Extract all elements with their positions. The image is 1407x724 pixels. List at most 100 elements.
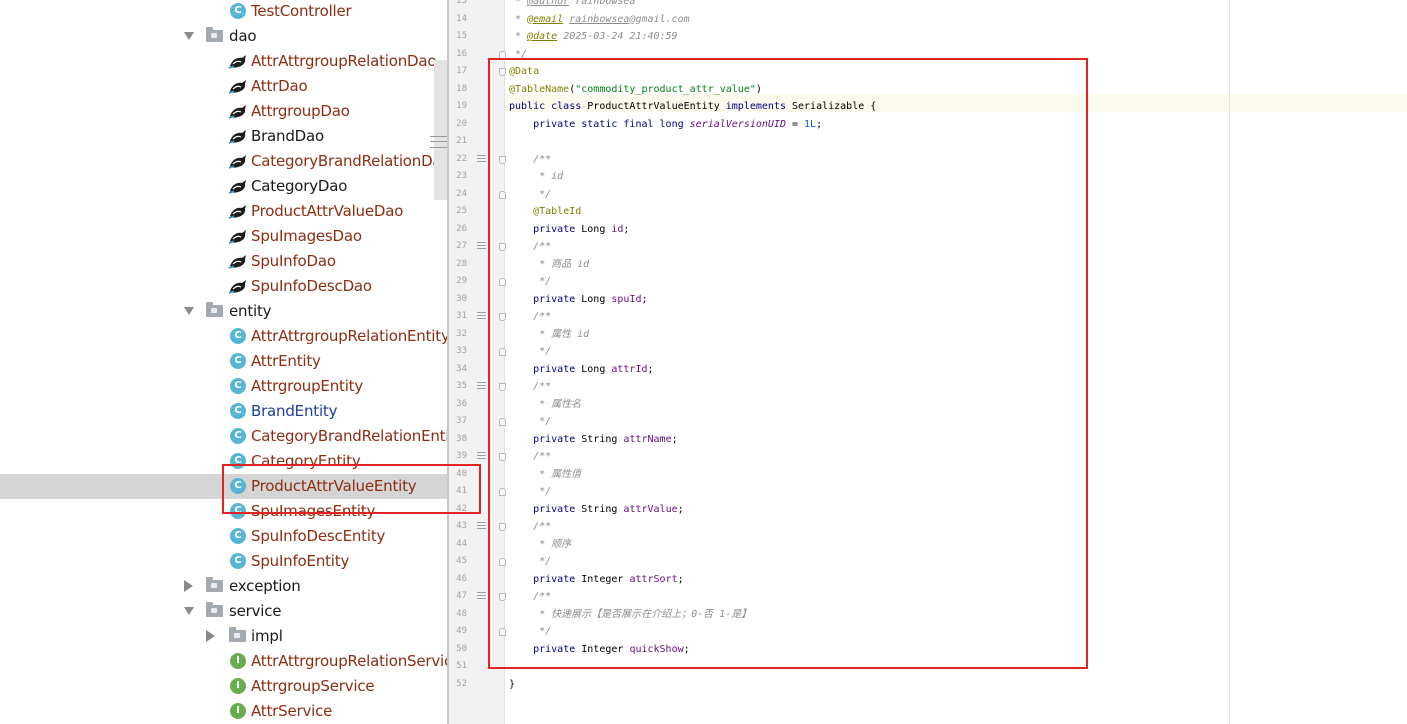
- tree-item-label: AttrAttrgroupRelationEntity: [251, 327, 447, 345]
- code-token: @email: [527, 13, 564, 25]
- line-number: 52: [456, 678, 467, 689]
- tree-item-label: CategoryDao: [251, 177, 348, 195]
- tree-item-entity[interactable]: entity: [0, 299, 447, 324]
- tree-item-brand-entity[interactable]: C BrandEntity: [0, 399, 447, 424]
- chevron-down-icon[interactable]: [184, 307, 194, 315]
- code-line[interactable]: * @email rainbowsea@gmail.com: [509, 11, 690, 29]
- tree-item-category-brand-relation-entity[interactable]: C CategoryBrandRelationEntity: [0, 424, 447, 449]
- line-number: 25: [456, 206, 467, 216]
- line-number: 27: [456, 241, 467, 251]
- mybatis-bird-icon: [228, 52, 248, 70]
- chevron-right-icon[interactable]: [184, 580, 193, 592]
- tree-item-attr-dao[interactable]: AttrDao: [0, 74, 447, 99]
- tree-item-category-dao[interactable]: CategoryDao: [0, 174, 447, 199]
- line-number: 51: [456, 661, 467, 671]
- doc-comment-icon[interactable]: [477, 382, 486, 391]
- tree-item-attr-attrgroup-relation-service[interactable]: I AttrAttrgroupRelationService: [0, 649, 447, 674]
- line-number: 31: [456, 311, 467, 321]
- chevron-right-icon[interactable]: [206, 630, 215, 642]
- class-icon: C: [230, 553, 246, 569]
- tree-item-attrgroup-service[interactable]: I AttrgroupService: [0, 674, 447, 699]
- line-number: 19: [456, 101, 467, 111]
- line-number: 36: [456, 398, 467, 409]
- chevron-down-icon[interactable]: [184, 32, 194, 40]
- tree-item-label: entity: [229, 302, 272, 320]
- tree-scrollbar-thumb[interactable]: [434, 60, 447, 200]
- line-number: 24: [456, 188, 467, 199]
- tree-item-label: ProductAttrValueDao: [251, 202, 404, 220]
- tree-item-label: AttrEntity: [251, 352, 321, 370]
- tree-item-label: SpuInfoDescDao: [251, 277, 372, 295]
- tree-item-attrgroup-entity[interactable]: C AttrgroupEntity: [0, 374, 447, 399]
- tree-item-spu-info-entity[interactable]: C SpuInfoEntity: [0, 549, 447, 574]
- line-number: 33: [456, 346, 467, 356]
- code-token: rainbowsea: [569, 0, 636, 7]
- line-number: 32: [456, 328, 467, 339]
- doc-comment-icon[interactable]: [477, 592, 486, 601]
- tree-item-attr-service[interactable]: I AttrService: [0, 699, 447, 724]
- doc-comment-icon[interactable]: [477, 242, 486, 251]
- tree-resize-grip[interactable]: [430, 136, 447, 148]
- package-folder-icon: [206, 302, 223, 317]
- tree-item-label: AttrAttrgroupRelationService: [251, 652, 447, 670]
- chevron-down-icon[interactable]: [184, 607, 194, 615]
- line-number: 16: [456, 48, 467, 59]
- line-number: 13: [456, 0, 467, 6]
- package-folder-icon: [229, 627, 246, 642]
- tree-item-attr-attrgroup-relation-dao[interactable]: AttrAttrgroupRelationDao: [0, 49, 447, 74]
- class-icon: C: [230, 328, 246, 344]
- tree-item-impl[interactable]: impl: [0, 624, 447, 649]
- tree-item-brand-dao[interactable]: BrandDao: [0, 124, 447, 149]
- tree-item-test-controller[interactable]: C TestController: [0, 0, 447, 24]
- tree-item-label: SpuImagesDao: [251, 227, 362, 245]
- highlight-box-tree-selection: [222, 464, 481, 514]
- tree-item-product-attr-value-dao[interactable]: ProductAttrValueDao: [0, 199, 447, 224]
- line-number: 48: [456, 608, 467, 619]
- tree-item-spu-info-desc-dao[interactable]: SpuInfoDescDao: [0, 274, 447, 299]
- line-number: 44: [456, 538, 467, 549]
- code-token: }: [509, 678, 516, 690]
- tree-item-label: AttrService: [251, 702, 333, 720]
- tree-item-service[interactable]: service: [0, 599, 447, 624]
- tree-item-exception[interactable]: exception: [0, 574, 447, 599]
- line-number: 45: [456, 556, 467, 566]
- doc-comment-icon[interactable]: [477, 154, 486, 164]
- code-token: *: [509, 0, 528, 7]
- line-number: 38: [456, 433, 467, 444]
- mybatis-bird-icon: [228, 227, 248, 245]
- class-icon: C: [230, 3, 246, 19]
- doc-comment-icon[interactable]: [477, 312, 486, 321]
- class-icon: C: [230, 428, 246, 444]
- line-number: 18: [456, 83, 467, 94]
- tree-item-spu-info-desc-entity[interactable]: C SpuInfoDescEntity: [0, 524, 447, 549]
- line-number: 50: [456, 643, 467, 654]
- doc-comment-icon[interactable]: [477, 522, 486, 531]
- tree-item-attr-attrgroup-relation-entity[interactable]: C AttrAttrgroupRelationEntity: [0, 324, 447, 349]
- line-number: 34: [456, 363, 467, 374]
- code-token: @date: [527, 31, 558, 42]
- mybatis-bird-icon: [228, 152, 248, 170]
- project-tree: C TestController dao AttrAttrgroupRelationD…: [0, 0, 447, 724]
- interface-icon: I: [230, 653, 246, 669]
- tree-item-label: AttrgroupService: [251, 677, 375, 695]
- code-line[interactable]: * @author rainbowsea: [509, 0, 635, 11]
- tree-item-label: impl: [251, 627, 283, 645]
- tree-item-dao[interactable]: dao: [0, 24, 447, 49]
- code-line[interactable]: * @date 2025-03-24 21:40:59: [509, 28, 678, 46]
- code-line[interactable]: }: [509, 676, 515, 694]
- line-number: 30: [456, 293, 467, 304]
- code-token: @author: [527, 0, 570, 7]
- tree-item-attr-entity[interactable]: C AttrEntity: [0, 349, 447, 374]
- line-number: 15: [456, 31, 467, 41]
- tree-item-spu-images-dao[interactable]: SpuImagesDao: [0, 224, 447, 249]
- interface-icon: I: [230, 678, 246, 694]
- tree-item-spu-info-dao[interactable]: SpuInfoDao: [0, 249, 447, 274]
- line-number: 39: [456, 451, 467, 461]
- class-icon: C: [230, 378, 246, 394]
- tree-item-label: BrandDao: [251, 127, 324, 145]
- mybatis-bird-icon: [228, 77, 248, 95]
- highlight-box-code: [488, 58, 1088, 669]
- tree-item-category-brand-relation-dao[interactable]: CategoryBrandRelationDao: [0, 149, 447, 174]
- doc-comment-icon[interactable]: [477, 452, 486, 461]
- tree-item-attrgroup-dao[interactable]: AttrgroupDao: [0, 99, 447, 124]
